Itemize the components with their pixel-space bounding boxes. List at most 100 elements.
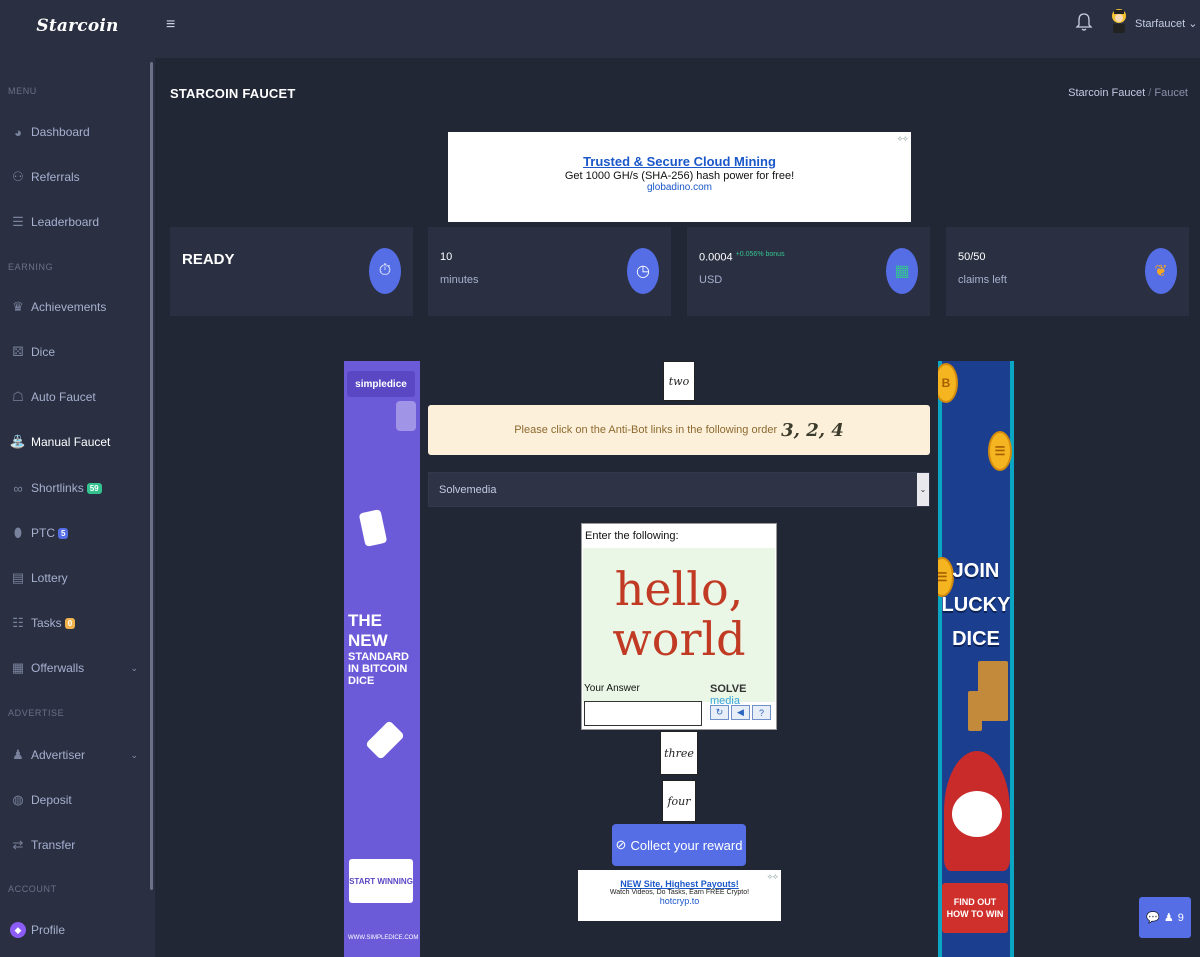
sidebar-item-label: Dashboard — [31, 125, 90, 139]
hamburger-menu-icon[interactable]: ≡ — [166, 16, 175, 34]
reward-unit: USD — [699, 274, 723, 286]
bell-icon[interactable] — [1075, 12, 1093, 32]
sidebar-item-deposit[interactable]: ◍ Deposit — [10, 788, 142, 812]
stopwatch-icon: ⏱ — [369, 248, 401, 294]
ptc-badge: 5 — [58, 527, 69, 539]
sidebar-item-tasks[interactable]: ☷ Tasks 0 — [10, 611, 142, 635]
refresh-icon[interactable]: ↻ — [710, 705, 729, 720]
brand-name: Starcoin — [36, 16, 119, 36]
chat-count: 9 — [1177, 911, 1184, 924]
sidebar-item-advertiser[interactable]: ♟ Advertiser ⌄ — [10, 743, 142, 767]
avatar[interactable] — [1108, 8, 1130, 34]
antibot-order: 3, 2, 4 — [781, 419, 844, 441]
block-graphic — [978, 661, 1008, 721]
offerwall-icon: ▦ — [11, 660, 25, 675]
sidebar-item-profile[interactable]: ◆ Profile — [10, 918, 142, 942]
fire-glyph: ❦ — [1154, 263, 1168, 280]
collect-reward-button[interactable]: ⊘ Collect your reward — [612, 824, 746, 866]
captcha-answer-label: Your Answer — [584, 683, 640, 694]
sidebar-item-offerwalls[interactable]: ▦ Offerwalls ⌄ — [10, 656, 142, 680]
claims-label: claims left — [958, 274, 1007, 286]
faucet-icon: ⛲ — [9, 434, 27, 449]
ad-banner-top[interactable]: ⟡⟡ Trusted & Secure Cloud Mining Get 100… — [448, 132, 911, 222]
dashboard-icon: ◕ — [14, 124, 22, 140]
profile-icon: ◆ — [10, 922, 26, 938]
chevron-down-icon: ⌄ — [1188, 18, 1198, 30]
mascot-face — [952, 791, 1002, 837]
sidebar-item-label: Dice — [31, 345, 56, 359]
breadcrumb-current: Faucet — [1154, 87, 1188, 99]
mouse-icon: ⬮ — [13, 525, 23, 540]
ad-choices-icon[interactable]: ⟡⟡ — [897, 134, 908, 144]
chevron-down-icon: ⌄ — [130, 749, 138, 760]
money-glyph: ▦ — [894, 263, 910, 280]
breadcrumb: Starcoin Faucet / Faucet — [1068, 87, 1188, 99]
dice-graphic — [396, 401, 416, 431]
sidebar-scrollbar[interactable] — [150, 62, 153, 890]
start-winning-button[interactable]: START WINNING — [349, 859, 413, 903]
sidebar-item-dice[interactable]: ⚄ Dice — [10, 340, 142, 364]
sidebar-item-ptc[interactable]: ⬮ PTC 5 — [10, 521, 142, 545]
sidebar-item-label: Lottery — [31, 571, 68, 585]
antibot-link-four[interactable]: four — [662, 780, 696, 822]
clock-icon: ◷ — [627, 248, 659, 294]
coin-graphic: ☰ — [988, 431, 1012, 471]
sidebar-item-dashboard[interactable]: ◕ Dashboard — [10, 120, 142, 144]
transfer-icon: ⇄ — [12, 837, 24, 852]
captcha-answer-input[interactable] — [584, 701, 702, 726]
brand-logo[interactable]: Starcoin — [0, 0, 155, 52]
audio-icon[interactable]: ◀ — [731, 705, 750, 720]
sidebar-item-label: Deposit — [31, 793, 72, 807]
solvemedia-captcha: Enter the following: hello, world Your A… — [581, 523, 777, 730]
chevron-down-icon: ⌄ — [917, 473, 929, 506]
link-icon: ∞ — [13, 480, 23, 496]
captcha-controls: ↻ ◀ ? — [710, 705, 771, 720]
sidebar: Starcoin MENU ◕ Dashboard ⚇ Referrals ☰ Lea… — [0, 0, 155, 957]
trophy-icon: ♛ — [12, 299, 24, 314]
antibot-link-three[interactable]: three — [660, 731, 698, 775]
captcha-provider-value: Solvemedia — [439, 483, 497, 496]
breadcrumb-home[interactable]: Starcoin Faucet — [1068, 87, 1145, 99]
advertiser-icon: ♟ — [12, 747, 24, 762]
antibot-link-two[interactable]: two — [663, 361, 695, 401]
sidebar-item-label: Manual Faucet — [31, 435, 111, 449]
dice-icon: ⚄ — [12, 344, 24, 359]
sidebar-item-label: Advertiser — [31, 748, 86, 762]
topbar: ≡ Starfaucet ⌄ — [155, 0, 1200, 58]
sidebar-item-shortlinks[interactable]: ∞ Shortlinks 59 — [10, 476, 142, 500]
ad-choices-icon[interactable]: ⟡⟡ — [767, 872, 778, 882]
sidebar-item-lottery[interactable]: ▤ Lottery — [10, 566, 142, 590]
list-icon: ☰ — [12, 214, 24, 229]
reward-value-wrap: 0.0004 +0.056% bonus — [699, 251, 785, 264]
chat-icon: 💬 — [1146, 912, 1160, 924]
user-menu[interactable]: Starfaucet ⌄ — [1135, 17, 1197, 30]
help-icon[interactable]: ? — [752, 705, 771, 720]
ad-skyscraper-right[interactable]: B ☰ ☰ JOIN LUCKY DICE FIND OUT HOW TO WI… — [938, 361, 1014, 957]
reward-bonus: +0.056% bonus — [735, 251, 785, 258]
ad-body: Get 1000 GH/s (SHA-256) hash power for f… — [564, 170, 795, 182]
sidebar-item-label: Referrals — [31, 170, 80, 184]
ad-skyscraper-left[interactable]: simpledice THE NEW STANDARD IN BITCOIN D… — [344, 361, 420, 957]
sidebar-item-leaderboard[interactable]: ☰ Leaderboard — [10, 210, 142, 234]
breadcrumb-separator: / — [1148, 87, 1152, 99]
deposit-icon: ◍ — [12, 792, 24, 807]
sidebar-item-achievements[interactable]: ♛ Achievements — [10, 295, 142, 319]
ad-bottom-domain[interactable]: hotcryp.to — [578, 896, 781, 906]
sidebar-item-manual-faucet[interactable]: ⛲ Manual Faucet — [10, 430, 142, 454]
ad-left-footer: WWW.SIMPLEDICE.COM — [348, 935, 419, 941]
antibot-instruction: Please click on the Anti-Bot links in th… — [514, 424, 778, 436]
find-out-how-to-win-button[interactable]: FIND OUT HOW TO WIN — [942, 883, 1008, 933]
reward-value: 0.0004 — [699, 251, 733, 264]
ad-banner-bottom[interactable]: ⟡⟡ NEW Site, Highest Payouts! Watch Vide… — [578, 870, 781, 921]
captcha-provider-select[interactable]: Solvemedia ⌄ — [428, 472, 930, 507]
ad-headline[interactable]: Trusted & Secure Cloud Mining — [448, 154, 911, 169]
chat-user-icon: ♟ — [1163, 912, 1174, 924]
chat-widget-button[interactable]: 💬 ♟ 9 — [1139, 897, 1191, 938]
status-card: READY ⏱ — [170, 227, 413, 316]
ad-bottom-headline[interactable]: NEW Site, Highest Payouts! — [578, 879, 781, 889]
ad-domain[interactable]: globadino.com — [448, 182, 911, 193]
sidebar-item-transfer[interactable]: ⇄ Transfer — [10, 833, 142, 857]
sidebar-item-referrals[interactable]: ⚇ Referrals — [10, 165, 142, 189]
block-graphic — [968, 691, 982, 731]
sidebar-item-auto-faucet[interactable]: ☖ Auto Faucet — [10, 385, 142, 409]
